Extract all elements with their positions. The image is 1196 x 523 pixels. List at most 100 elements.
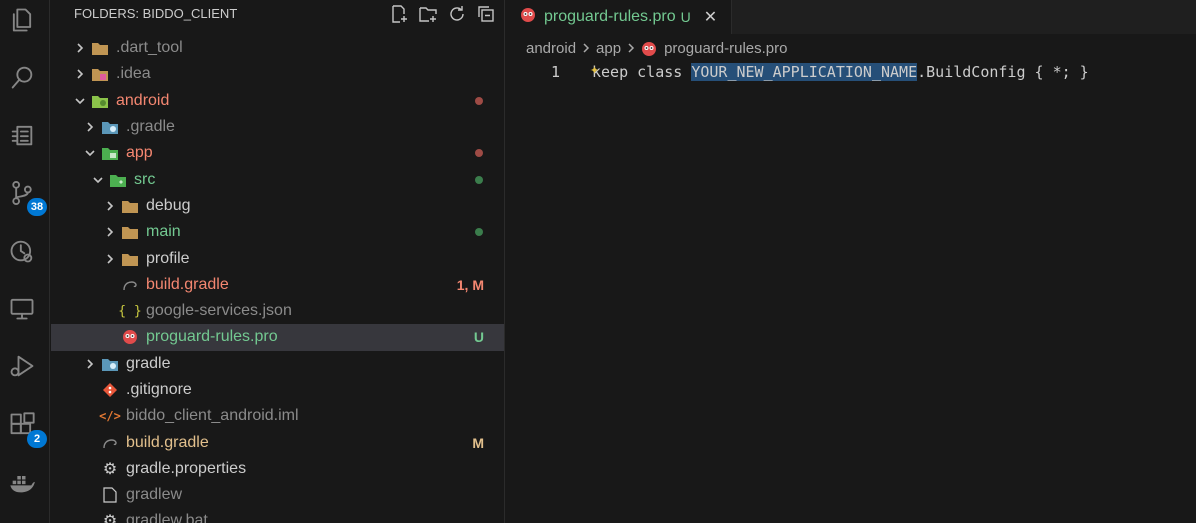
gear-icon: ⚙ [102,460,118,478]
chevron-right-icon [83,122,97,132]
folder-app-icon [101,145,119,161]
tree-item-label: gradlew [126,486,183,504]
tree-item[interactable]: gradle [51,351,504,377]
tree-item-label: android [116,91,170,109]
folder-icon [91,40,109,56]
new-file-icon[interactable] [389,4,409,28]
folder-icon [121,224,139,240]
chevron-right-icon [73,43,87,53]
gradle-icon [101,435,119,451]
chevron-right-icon [627,40,635,57]
tree-item[interactable]: ⚙ gradlew.bat [51,508,504,523]
folder-icon [121,251,139,267]
tree-item[interactable]: .gradle [51,114,504,140]
folder-idea-icon [91,66,109,82]
outline-icon[interactable] [7,120,37,150]
tree-item[interactable]: ⚙ gradle.properties [51,456,504,482]
folder-android-icon [91,93,109,109]
tree-item-label: src [134,170,156,188]
tree-item-label: .dart_tool [116,39,183,57]
tab-status: U [680,9,691,25]
tree-item[interactable]: build.gradle M [51,429,504,455]
explorer-icon[interactable] [7,5,37,35]
tree-item[interactable]: build.gradle 1, M [51,272,504,298]
source-control-icon[interactable]: 38 [7,178,47,216]
tree-item-label: profile [146,249,190,267]
extensions-badge: 2 [27,430,47,448]
chevron-right-icon [582,40,590,57]
chevron-down-icon [83,148,97,158]
chevron-down-icon [91,175,105,185]
search-icon[interactable] [7,62,37,92]
tree-item[interactable]: main [51,219,504,245]
tree-item-label: main [146,223,181,241]
tree-item[interactable]: .idea [51,61,504,87]
collapse-all-icon[interactable] [476,4,496,28]
code-selection: YOUR_NEW_APPLICATION_NAME [691,63,918,81]
breadcrumb-file[interactable]: proguard-rules.pro [664,40,787,57]
explorer-title: FOLDERS: BIDDO_CLIENT [74,6,238,21]
source-control-badge: 38 [27,198,47,216]
tree-item[interactable]: { } google-services.json [51,298,504,324]
close-icon[interactable]: ✕ [704,7,717,27]
file-tree: .dart_tool .idea android .gradle app src debug… [51,35,504,523]
docker-icon[interactable] [7,468,37,498]
new-folder-icon[interactable] [418,4,438,28]
explorer-sidebar: FOLDERS: BIDDO_CLIENT .dart_tool .idea and… [51,0,505,523]
refresh-icon[interactable] [447,4,467,28]
editor-pane[interactable]: android app proguard-rules.pro 1 keep cl… [506,34,1196,523]
run-debug-icon[interactable] [7,351,37,381]
chevron-down-icon [73,96,87,106]
json-icon: { } [118,303,142,319]
breadcrumb-android[interactable]: android [526,40,576,57]
chevron-right-icon [103,253,117,264]
tab-proguard-rules[interactable]: proguard-rules.pro U ✕ [506,0,732,34]
proguard-icon [520,7,536,27]
git-status-badge: 1, M [456,276,484,293]
editor-tab-bar: proguard-rules.pro U ✕ [506,0,1196,34]
modified-dot [475,96,483,105]
folder-src-icon [109,172,127,188]
tree-item-label: gradlew.bat [126,512,208,523]
tree-item[interactable]: .gitignore [51,377,504,403]
tree-item[interactable]: app [51,140,504,166]
code-line[interactable]: 1 keep class YOUR_NEW_APPLICATION_NAME.B… [506,60,1196,82]
breadcrumb-app[interactable]: app [596,40,621,57]
tree-item-label: google-services.json [146,302,292,320]
tree-item-label: .idea [116,65,151,83]
proguard-icon [641,41,657,57]
tree-item[interactable]: </> biddo_client_android.iml [51,403,504,429]
gradle-icon [121,277,139,293]
chevron-right-icon [103,201,117,211]
extensions-icon[interactable]: 2 [7,410,47,448]
xml-icon: </> [99,409,121,424]
proguard-icon [121,329,139,345]
tree-item-label: build.gradle [126,433,209,451]
sparkle-icon[interactable]: ✦ [590,60,599,78]
tree-item[interactable]: android [51,88,504,114]
folder-gradle-icon [101,356,119,372]
tree-item[interactable]: gradlew [51,482,504,508]
modified-dot [475,228,483,237]
tree-item[interactable]: .dart_tool [51,35,504,61]
tree-item-label: debug [146,196,191,214]
tree-item[interactable]: profile [51,245,504,271]
breadcrumb: android app proguard-rules.pro [526,40,787,57]
tree-item[interactable]: src [51,166,504,192]
tree-item[interactable]: debug [51,193,504,219]
git-icon [101,382,119,398]
modified-dot [475,175,483,184]
tree-item-label: proguard-rules.pro [146,328,278,346]
file-icon [101,487,119,503]
chevron-right-icon [103,227,117,237]
tree-item-label: .gradle [126,118,175,136]
code-text[interactable]: keep class YOUR_NEW_APPLICATION_NAME.Bui… [592,63,1089,81]
tree-item-label: build.gradle [146,275,229,293]
git-status-badge: M [472,434,484,451]
tree-item-label: gradle.properties [126,459,247,477]
explorer-toolbar [389,4,496,28]
timeline-icon[interactable] [7,236,37,266]
remote-icon[interactable] [7,293,37,323]
tree-item[interactable]: proguard-rules.pro U [51,324,504,351]
folder-gradle-icon [101,119,119,135]
